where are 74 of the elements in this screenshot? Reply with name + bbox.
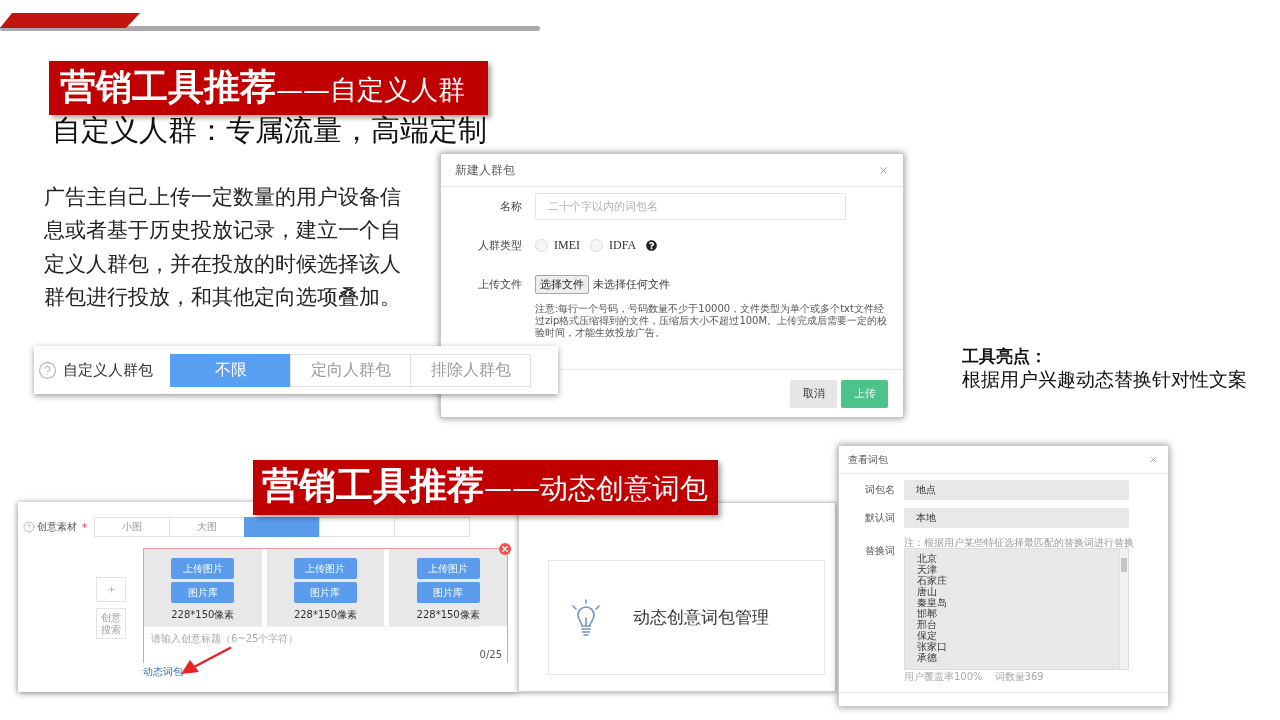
field-label: 词包名: [864, 483, 895, 497]
stat-text: 用户覆盖率100%: [904, 671, 983, 683]
highlights-text: 根据用户兴趣动态替换针对性文案: [962, 367, 1247, 391]
replacement-word: 邢台: [917, 619, 937, 630]
replacement-word: 张家口: [917, 641, 947, 652]
description-text: 广告主自己上传一定数量的用户设备信息或者基于历史投放记录，建立一个自定义人群包，并在投放的时候选择该人群包进行投放，和其他定向选项叠加。: [44, 184, 402, 312]
segment-option[interactable]: 不限: [170, 353, 291, 387]
radio-label: IDFA: [609, 238, 637, 253]
highlights-title: 工具亮点：: [962, 345, 1047, 367]
banner-title: 营销工具推荐: [60, 65, 276, 109]
dynamic-words-link[interactable]: 动态词包: [143, 665, 183, 679]
creative-field[interactable]: 上传图片 图片库 228*150像素 上传图片 图片库 228*150像素 上传图片 图片库 228*150像素 请输入创意标题（6~25个字符） 0/25: [143, 548, 508, 663]
stat-text: 词数量369: [994, 671, 1044, 683]
help-icon[interactable]: [646, 240, 658, 251]
words-textarea[interactable]: 北京 天津 石家庄 唐山 秦皇岛 邯郸 邢台 保定 张家口 承德: [904, 548, 1129, 670]
hint-text: 注：根据用户某些特征选择最匹配的替换词进行替换: [904, 537, 1134, 548]
image-library-button[interactable]: 图片库: [171, 582, 235, 603]
banner-subtitle: ——自定义人群: [276, 73, 465, 107]
close-icon[interactable]: [878, 164, 889, 176]
add-button[interactable]: [96, 577, 126, 602]
close-icon[interactable]: [499, 543, 511, 555]
close-icon[interactable]: [1149, 455, 1158, 464]
radio-button[interactable]: [590, 239, 603, 252]
tool-card-label: 动态创意词包管理: [633, 606, 769, 629]
scrollbar[interactable]: [1119, 549, 1128, 669]
radio-button[interactable]: [535, 239, 548, 252]
image-size-text: 228*150像素: [416, 608, 480, 622]
character-counter: 0/25: [479, 649, 503, 662]
upload-image-button[interactable]: 上传图片: [294, 558, 357, 579]
replacement-word: 秦皇岛: [917, 597, 947, 608]
lightbulb-icon: [571, 598, 601, 637]
image-library-button[interactable]: 图片库: [416, 582, 480, 603]
tab[interactable]: 小图: [94, 517, 170, 537]
banner-subtitle: ——动态创意词包: [484, 471, 708, 506]
choose-file-button[interactable]: 选择文件: [535, 275, 589, 294]
name-input[interactable]: 二十个字以内的词包名: [535, 193, 846, 220]
text-field[interactable]: 本地: [904, 508, 1129, 528]
replacement-word: 石家庄: [917, 575, 947, 586]
field-label: 替换词: [864, 544, 895, 558]
replacement-word: 邯郸: [917, 608, 937, 619]
field-label: 人群类型: [477, 238, 522, 253]
image-size-text: 228*150像素: [293, 608, 358, 622]
segment-option[interactable]: 定向人群包: [290, 353, 411, 387]
file-status-text: 未选择任何文件: [593, 277, 670, 292]
selector-label: 自定义人群包: [63, 360, 153, 380]
required-mark: *: [82, 521, 87, 533]
image-library-button[interactable]: 图片库: [294, 582, 357, 603]
banner-title: 营销工具推荐: [262, 463, 484, 509]
field-label: 默认词: [864, 511, 895, 525]
section-heading: 自定义人群：专属流量，高端定制: [52, 112, 487, 148]
upload-image-button[interactable]: 上传图片: [416, 558, 480, 579]
cancel-button[interactable]: 取消: [790, 379, 837, 408]
radio-label: IMEI: [554, 238, 580, 253]
tab[interactable]: [244, 517, 320, 537]
field-label: 上传文件: [477, 277, 522, 292]
dialog-title: 查看词包: [848, 452, 888, 467]
field-label: 名称: [499, 199, 522, 214]
replacement-word: 天津: [917, 564, 937, 575]
segment-option[interactable]: 排除人群包: [410, 353, 531, 387]
image-size-text: 228*150像素: [171, 608, 235, 622]
upload-note: 注意:每行一个号码，号码数量不少于10000，文件类型为单个或多个txt文件经过zip格式压缩得到的文件，压缩后大小不超过100M。上传完成后需要一定的校验时间，才能生效投放广告。: [535, 303, 889, 339]
replacement-word: 保定: [917, 630, 937, 641]
upload-button[interactable]: 上传: [841, 379, 888, 408]
tab[interactable]: 大图: [169, 517, 245, 537]
tool-card[interactable]: 动态创意词包管理: [548, 560, 825, 675]
text-field[interactable]: 地点: [904, 480, 1129, 500]
replacement-word: 承德: [917, 652, 937, 663]
upload-image-button[interactable]: 上传图片: [171, 558, 235, 579]
field-label: 创意素材: [37, 520, 77, 534]
replacement-word: 北京: [917, 553, 937, 564]
search-button[interactable]: 创意搜索: [96, 608, 126, 639]
dialog-title: 新建人群包: [455, 161, 515, 179]
plus-icon: [106, 585, 116, 594]
replacement-word: 唐山: [917, 586, 937, 597]
